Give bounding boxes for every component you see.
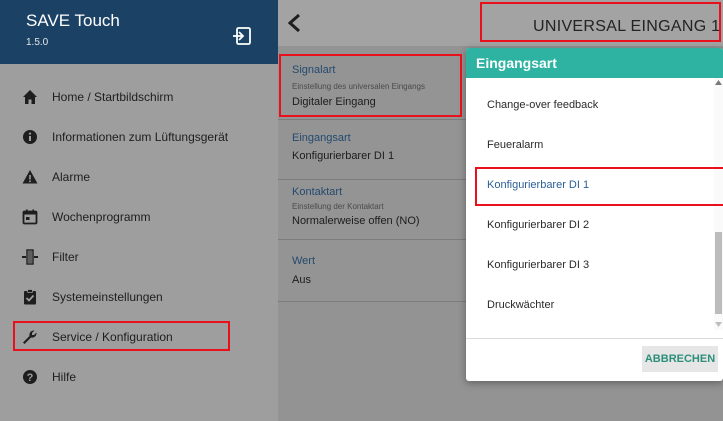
option-configurable-di-2[interactable]: Konfigurierbarer DI 2 bbox=[466, 206, 714, 246]
scroll-down-icon[interactable] bbox=[715, 322, 722, 327]
setting-label: Wert bbox=[292, 255, 316, 267]
option-label: Druckwächter bbox=[487, 299, 555, 311]
option-pressure-switch[interactable]: Druckwächter bbox=[466, 286, 714, 326]
sidebar-item-label: Wochenprogramm bbox=[52, 210, 151, 224]
dialog-header: Eingangsart bbox=[466, 48, 723, 78]
filter-icon bbox=[22, 249, 38, 265]
setting-value: Digitaler Eingang bbox=[292, 96, 376, 108]
page-title: UNIVERSAL EINGANG 1 bbox=[533, 18, 721, 35]
setting-value: Aus bbox=[292, 274, 311, 286]
setting-description: Einstellung der Kontaktart bbox=[292, 202, 384, 211]
sidebar-item-home[interactable]: Home / Startbildschirm bbox=[0, 77, 278, 117]
help-icon: ? bbox=[22, 369, 38, 385]
setting-value: Konfigurierbarer DI 1 bbox=[292, 150, 395, 162]
sidebar-item-help[interactable]: ? Hilfe bbox=[0, 357, 278, 397]
cancel-button[interactable]: ABBRECHEN bbox=[642, 346, 718, 372]
option-label: Konfigurierbarer DI 1 bbox=[487, 179, 590, 191]
top-bar: UNIVERSAL EINGANG 1 bbox=[278, 0, 723, 46]
calendar-icon bbox=[22, 209, 38, 225]
sidebar-item-weekly-program[interactable]: Wochenprogramm bbox=[0, 197, 278, 237]
sidebar-item-label: Filter bbox=[52, 250, 79, 264]
option-label: Change-over feedback bbox=[487, 99, 599, 111]
setting-description: Einstellung des universalen Eingangs bbox=[292, 82, 425, 91]
sidebar: SAVE Touch 1.5.0 Home / Startbildschirm … bbox=[0, 0, 278, 421]
app-title: SAVE Touch bbox=[26, 11, 120, 30]
sidebar-item-system-settings[interactable]: Systemeinstellungen bbox=[0, 277, 278, 317]
info-icon bbox=[22, 129, 38, 145]
sidebar-item-alarms[interactable]: Alarme bbox=[0, 157, 278, 197]
svg-text:?: ? bbox=[27, 372, 34, 384]
sidebar-item-info[interactable]: Informationen zum Lüftungsgerät bbox=[0, 117, 278, 157]
option-configurable-di-1[interactable]: Konfigurierbarer DI 1 bbox=[466, 166, 714, 206]
dialog-title: Eingangsart bbox=[476, 55, 557, 71]
sidebar-item-label: Informationen zum Lüftungsgerät bbox=[52, 130, 229, 144]
sidebar-item-label: Systemeinstellungen bbox=[52, 290, 163, 304]
warning-icon bbox=[22, 169, 38, 185]
sidebar-item-label: Alarme bbox=[52, 170, 91, 184]
sidebar-item-service-configuration[interactable]: Service / Konfiguration bbox=[0, 317, 278, 357]
clipboard-check-icon bbox=[22, 289, 38, 305]
scroll-up-icon[interactable] bbox=[715, 80, 722, 85]
sidebar-header: SAVE Touch 1.5.0 bbox=[0, 0, 278, 64]
app-version: 1.5.0 bbox=[26, 37, 49, 48]
dialog-divider bbox=[466, 338, 723, 339]
logout-icon[interactable] bbox=[232, 26, 252, 46]
input-type-dialog: Eingangsart Change-over feedback Feueral… bbox=[466, 48, 723, 381]
home-icon bbox=[22, 89, 38, 105]
option-label: Konfigurierbarer DI 2 bbox=[487, 219, 590, 231]
setting-label: Kontaktart bbox=[292, 186, 343, 198]
sidebar-item-label: Service / Konfiguration bbox=[52, 330, 173, 344]
option-fire-alarm[interactable]: Feueralarm bbox=[466, 126, 714, 166]
setting-label: Eingangsart bbox=[292, 132, 351, 144]
sidebar-item-label: Hilfe bbox=[52, 370, 77, 384]
scrollbar-thumb[interactable] bbox=[715, 232, 722, 314]
sidebar-item-label: Home / Startbildschirm bbox=[52, 90, 174, 104]
setting-value: Normalerweise offen (NO) bbox=[292, 215, 420, 227]
option-label: Feueralarm bbox=[487, 139, 544, 151]
option-change-over-feedback[interactable]: Change-over feedback bbox=[466, 86, 714, 126]
option-configurable-di-3[interactable]: Konfigurierbarer DI 3 bbox=[466, 246, 714, 286]
option-label: Konfigurierbarer DI 3 bbox=[487, 259, 590, 271]
dialog-scrollbar[interactable] bbox=[714, 78, 723, 330]
setting-label: Signalart bbox=[292, 64, 336, 76]
sidebar-item-filter[interactable]: Filter bbox=[0, 237, 278, 277]
wrench-icon bbox=[22, 329, 38, 345]
back-icon[interactable] bbox=[286, 13, 304, 33]
